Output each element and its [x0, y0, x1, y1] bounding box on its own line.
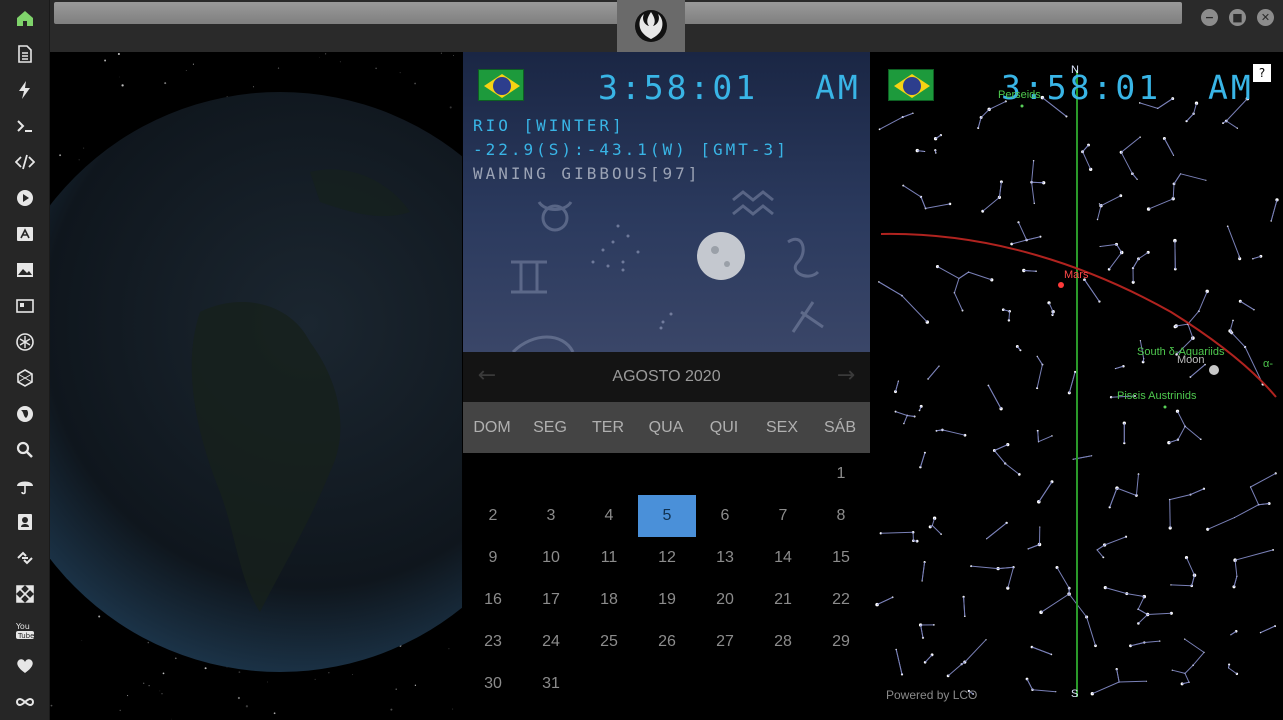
calendar-day[interactable]: 3: [522, 495, 580, 537]
calendar-day[interactable]: 27: [696, 621, 754, 663]
calendar: ← AGOSTO 2020 → DOM SEG TER QUA QUI SEX SÁB 12…: [463, 352, 870, 720]
weekday-label: DOM: [473, 419, 511, 436]
weekday-label: QUA: [648, 419, 684, 436]
weekday-label: SEX: [765, 419, 798, 436]
calendar-day[interactable]: 12: [638, 537, 696, 579]
calendar-day[interactable]: 15: [812, 537, 870, 579]
calendar-day[interactable]: 4: [580, 495, 638, 537]
calendar-day[interactable]: 21: [754, 579, 812, 621]
calendar-day[interactable]: 20: [696, 579, 754, 621]
brazil-flag-icon: [888, 69, 934, 101]
calendar-day[interactable]: 24: [522, 621, 580, 663]
north-label: N: [1071, 64, 1079, 76]
calendar-day[interactable]: 8: [812, 495, 870, 537]
perseids-label: Perseids: [998, 89, 1041, 101]
earth-view[interactable]: [50, 52, 462, 720]
calendar-day[interactable]: 19: [638, 579, 696, 621]
calendar-day[interactable]: 13: [696, 537, 754, 579]
coordinates-line: -22.9(S):-43.1(W) [GMT-3]: [473, 140, 789, 159]
calendar-day[interactable]: 11: [580, 537, 638, 579]
moon-label: Moon: [1177, 354, 1205, 366]
code-icon[interactable]: [13, 150, 37, 174]
link-icon[interactable]: [13, 546, 37, 570]
weekday-header: DOM SEG TER QUA QUI SEX SÁB: [463, 402, 870, 453]
expand-icon[interactable]: [13, 582, 37, 606]
rebel-emblem-icon: [635, 10, 667, 42]
weekday-label: QUI: [709, 419, 739, 436]
hexagon-icon[interactable]: [13, 366, 37, 390]
calendar-day[interactable]: 25: [580, 621, 638, 663]
terminal-icon[interactable]: [13, 114, 37, 138]
calendar-header: ← AGOSTO 2020 →: [463, 352, 870, 402]
weekday-label: TER: [592, 419, 624, 436]
calendar-day[interactable]: 14: [754, 537, 812, 579]
globe-icon[interactable]: [13, 402, 37, 426]
clock-time: 3:58:01: [598, 68, 759, 107]
calendar-day[interactable]: 9: [464, 537, 522, 579]
powered-by-label: Powered by LCO: [886, 688, 978, 702]
calendar-day[interactable]: 23: [464, 621, 522, 663]
rebel-emblem-icon[interactable]: [13, 330, 37, 354]
piscis-marker: [1163, 405, 1167, 409]
calendar-day[interactable]: 10: [522, 537, 580, 579]
app-window: You Tube − ■ ✕ 3:58:01 AM RIO [WINTER] -…: [0, 0, 1283, 720]
calendar-day[interactable]: 26: [638, 621, 696, 663]
calendar-day[interactable]: 30: [464, 663, 522, 705]
translate-icon[interactable]: [13, 222, 37, 246]
clock-ampm: AM: [815, 68, 861, 107]
calendar-day[interactable]: 5: [638, 495, 696, 537]
calendar-day[interactable]: 2: [464, 495, 522, 537]
news-icon[interactable]: [13, 294, 37, 318]
sky-ampm: AM: [1208, 68, 1254, 107]
mars-label: Mars: [1064, 269, 1089, 281]
calendar-day[interactable]: 17: [522, 579, 580, 621]
help-button[interactable]: ?: [1253, 64, 1271, 82]
document-icon[interactable]: [13, 42, 37, 66]
infinity-icon[interactable]: [13, 690, 37, 714]
rebel-emblem-tab[interactable]: [617, 0, 685, 52]
home-icon[interactable]: [13, 6, 37, 30]
top-bar: − ■ ✕: [50, 0, 1283, 52]
calendar-day[interactable]: 31: [522, 663, 580, 705]
mars-marker: [1058, 282, 1064, 288]
calendar-day[interactable]: 28: [754, 621, 812, 663]
clock-panel: 3:58:01 AM RIO [WINTER] -22.9(S):-43.1(W…: [463, 52, 870, 352]
weekday-label: SÁB: [823, 419, 856, 436]
alpha-label: α-: [1263, 358, 1274, 370]
sky-map[interactable]: 3:58:01 AM N S Perseids Mars South δ-Aqu…: [871, 52, 1283, 712]
sidebar: You Tube: [0, 0, 50, 720]
moon-marker: [1209, 365, 1219, 375]
calendar-day[interactable]: 18: [580, 579, 638, 621]
star-map: [875, 70, 1279, 697]
calendar-day[interactable]: 6: [696, 495, 754, 537]
south-label: S: [1071, 688, 1079, 700]
youtube-icon[interactable]: You Tube: [13, 618, 37, 642]
calendar-day[interactable]: 22: [812, 579, 870, 621]
minimize-button[interactable]: −: [1201, 9, 1218, 26]
calendar-day[interactable]: 7: [754, 495, 812, 537]
heart-icon[interactable]: [13, 654, 37, 678]
location-line: RIO [WINTER]: [473, 116, 625, 135]
calendar-day[interactable]: 1: [812, 453, 870, 495]
lightning-icon[interactable]: [13, 78, 37, 102]
svg-text:You: You: [15, 622, 30, 631]
image-icon[interactable]: [13, 258, 37, 282]
search-icon[interactable]: [13, 438, 37, 462]
calendar-day[interactable]: 16: [464, 579, 522, 621]
brazil-flag-icon: [478, 69, 524, 101]
svg-text:Tube: Tube: [17, 632, 34, 640]
umbrella-icon[interactable]: [13, 474, 37, 498]
close-button[interactable]: ✕: [1257, 9, 1274, 26]
moon-phase-line: WANING GIBBOUS[97]: [473, 164, 701, 183]
contacts-icon[interactable]: [13, 510, 37, 534]
sky-time: 3:58:01: [1001, 68, 1162, 107]
maximize-button[interactable]: ■: [1229, 9, 1246, 26]
play-icon[interactable]: [13, 186, 37, 210]
next-month-button[interactable]: →: [834, 364, 858, 388]
calendar-title: AGOSTO 2020: [612, 368, 721, 385]
weekday-label: SEG: [533, 419, 567, 436]
calendar-day[interactable]: 29: [812, 621, 870, 663]
earth-globe-image: [50, 52, 462, 720]
piscis-label: Piscis Austrinids: [1117, 390, 1197, 402]
